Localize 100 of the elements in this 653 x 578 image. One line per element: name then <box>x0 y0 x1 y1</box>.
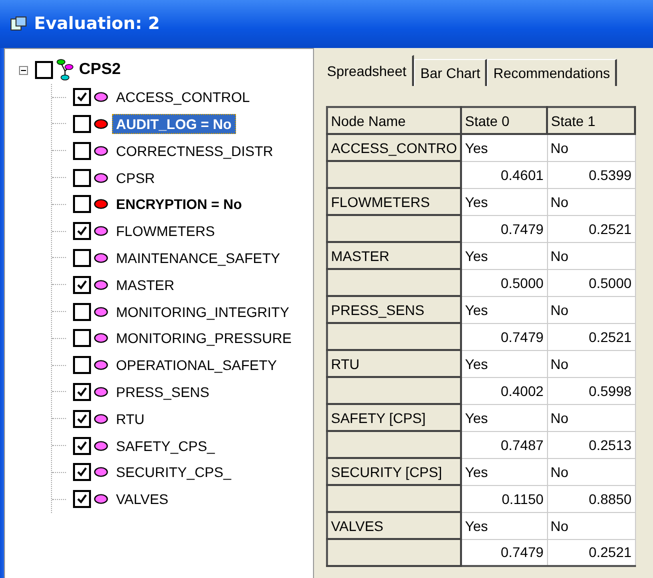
table-cell: Yes <box>461 512 548 539</box>
node-dot-icon <box>94 333 108 344</box>
table-cell: No <box>547 512 636 539</box>
table-cell: Yes <box>461 350 548 377</box>
node-dot-icon <box>94 440 108 451</box>
row-header-cell: FLOWMETERS <box>327 188 462 215</box>
tree-item[interactable]: CORRECTNESS_DISTR <box>112 140 278 161</box>
table-cell: 0.4601 <box>461 161 548 188</box>
row-header-cell: SECURITY [CPS] <box>327 458 462 485</box>
tree-item[interactable]: SAFETY_CPS_ <box>112 436 219 456</box>
checkbox[interactable] <box>73 276 91 294</box>
collapse-toggle[interactable] <box>19 66 28 75</box>
node-dot-icon <box>94 92 108 102</box>
window-icon <box>10 16 28 32</box>
table-cell: 0.2521 <box>547 323 636 350</box>
checkbox[interactable] <box>73 436 91 455</box>
checkmark-icon <box>76 225 88 238</box>
table-cell: Yes <box>461 134 548 161</box>
node-dot-icon <box>94 494 108 504</box>
table-cell: Yes <box>461 458 548 485</box>
table-cell: Yes <box>461 296 548 323</box>
tree-item[interactable]: MONITORING_PRESSURE <box>112 328 296 348</box>
tree-item[interactable]: ACCESS_CONTROL <box>112 87 254 108</box>
checkmark-icon <box>76 386 88 398</box>
table-cell: 0.4002 <box>461 377 548 404</box>
checkbox[interactable] <box>73 490 91 508</box>
tree-item[interactable]: ENCRYPTION = No <box>112 194 246 214</box>
checkbox[interactable] <box>73 88 91 106</box>
node-dot-icon <box>94 360 108 370</box>
node-dot-icon <box>94 146 108 156</box>
checkbox[interactable] <box>73 382 91 401</box>
node-dot-icon <box>94 414 108 424</box>
row-header-cell: MASTER <box>327 242 462 269</box>
checkbox[interactable] <box>73 302 91 321</box>
table-cell: 0.7487 <box>461 431 548 458</box>
table-cell: 0.5000 <box>461 269 548 296</box>
node-dot-icon <box>94 386 108 397</box>
table-cell: Yes <box>461 188 548 215</box>
node-dot-icon <box>94 199 108 210</box>
table-cell: No <box>547 134 636 161</box>
row-header-cell: RTU <box>327 350 462 377</box>
tab[interactable]: Bar Chart <box>414 59 488 86</box>
row-header-cell: PRESS_SENS <box>327 296 462 323</box>
tree-item[interactable]: SECURITY_CPS_ <box>112 462 236 482</box>
node-dot-icon <box>94 118 108 129</box>
table-cell: No <box>547 188 636 215</box>
tree-item[interactable]: AUDIT_LOG = No <box>112 114 236 134</box>
node-dot-icon <box>94 306 108 317</box>
column-header: State 1 <box>547 107 636 134</box>
column-header: State 0 <box>461 107 548 134</box>
table-cell: Yes <box>461 404 548 431</box>
checkbox[interactable] <box>73 222 91 240</box>
table-cell: No <box>547 242 636 269</box>
checkmark-icon <box>76 493 88 506</box>
checkmark-icon <box>76 412 88 425</box>
checkbox[interactable] <box>73 463 91 482</box>
table-cell: No <box>547 404 636 431</box>
checkbox[interactable] <box>73 410 91 428</box>
checkmark-icon <box>76 278 88 291</box>
checkbox[interactable] <box>35 61 53 80</box>
node-dot-icon <box>94 226 108 236</box>
tree-item[interactable]: MASTER <box>112 274 178 295</box>
node-dot-icon <box>94 280 108 290</box>
node-dot-icon <box>94 172 108 183</box>
table-cell: 0.8850 <box>547 485 636 512</box>
tree-item[interactable]: OPERATIONAL_SAFETY <box>112 355 281 376</box>
checkbox[interactable] <box>73 195 91 214</box>
tree-item[interactable]: RTU <box>112 408 149 429</box>
checkbox[interactable] <box>73 248 91 267</box>
table-cell: 0.2521 <box>547 539 636 566</box>
checkbox[interactable] <box>73 114 91 133</box>
tree-item[interactable]: VALVES <box>112 489 172 510</box>
tree-root-label[interactable]: CPS2 <box>79 61 121 80</box>
table-cell: 0.7479 <box>461 539 548 566</box>
tab[interactable]: Recommendations <box>487 59 618 86</box>
row-header-cell: VALVES <box>327 512 462 539</box>
tree-item[interactable]: FLOWMETERS <box>112 221 219 242</box>
table-cell: 0.1150 <box>461 485 548 512</box>
checkmark-icon <box>76 91 88 104</box>
row-header-cell: SAFETY [CPS] <box>327 404 462 431</box>
row-header-cell: ACCESS_CONTRO <box>327 134 462 161</box>
checkmark-icon <box>76 440 88 452</box>
table-cell: 0.5000 <box>547 269 636 296</box>
checkbox[interactable] <box>73 329 91 348</box>
table-cell: No <box>547 350 636 377</box>
tree-item[interactable]: CPSR <box>112 168 159 188</box>
window-title: Evaluation: 2 <box>34 14 160 34</box>
node-dot-icon <box>94 467 108 478</box>
tree-item[interactable]: MAINTENANCE_SAFETY <box>112 248 284 268</box>
table-cell: 0.7479 <box>461 215 548 242</box>
checkbox[interactable] <box>73 142 91 160</box>
checkbox[interactable] <box>73 168 91 187</box>
checkbox[interactable] <box>73 356 91 374</box>
table-cell: 0.5998 <box>547 377 636 404</box>
table-cell: 0.2513 <box>547 431 636 458</box>
tree-item[interactable]: MONITORING_INTEGRITY <box>112 302 294 322</box>
checkmark-icon <box>76 466 88 478</box>
tree-item[interactable]: PRESS_SENS <box>112 382 214 402</box>
table-cell: No <box>547 458 636 485</box>
node-dot-icon <box>94 252 108 263</box>
